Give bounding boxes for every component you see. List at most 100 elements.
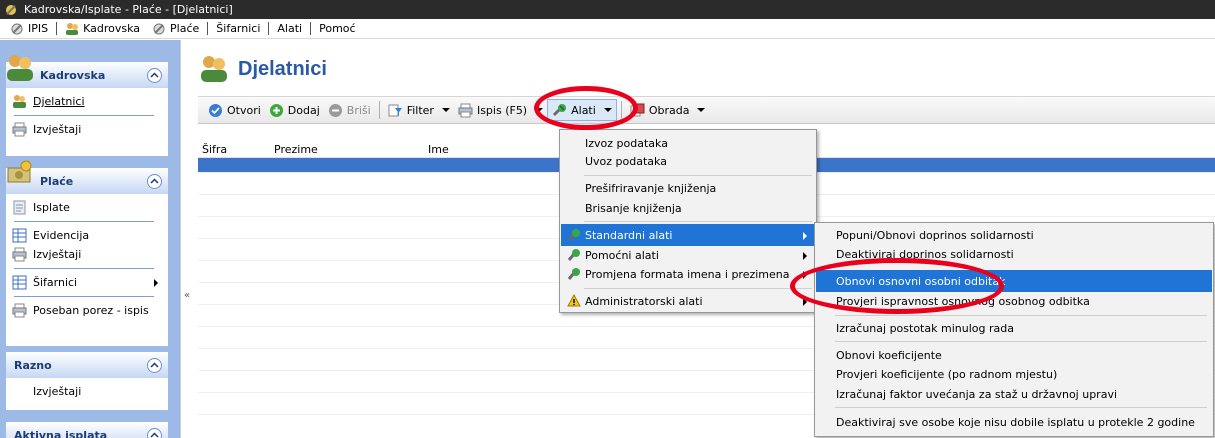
printer-icon bbox=[12, 247, 27, 262]
submenu-arrow-icon bbox=[803, 298, 807, 306]
menu-place[interactable]: Plaće bbox=[146, 20, 205, 38]
submenu-arrow-icon bbox=[803, 252, 807, 260]
menu-separator bbox=[310, 22, 312, 35]
app-icon bbox=[6, 4, 16, 15]
people-icon bbox=[13, 95, 26, 108]
ispis-button[interactable]: Ispis (F5) bbox=[454, 99, 547, 121]
menu-ipis[interactable]: IPIS bbox=[4, 20, 54, 38]
printer-icon bbox=[12, 303, 27, 318]
people-icon bbox=[66, 22, 79, 35]
toolbar-separator bbox=[620, 101, 622, 119]
printer-icon bbox=[12, 122, 27, 137]
process-icon bbox=[630, 103, 645, 116]
menu-item-promjena-formata[interactable]: Promjena formata imena i prezimena bbox=[561, 263, 815, 285]
menu-item-brisanje-knjizenja[interactable]: Brisanje knjiženja bbox=[561, 197, 815, 219]
menu-item-provjeri-koeficijente[interactable]: Provjeri koeficijente (po radnom mjestu) bbox=[816, 363, 1212, 385]
menu-item-presifriravanje[interactable]: Prešifriravanje knjiženja bbox=[561, 177, 815, 199]
document-icon bbox=[13, 200, 26, 215]
menu-alati[interactable]: Alati bbox=[271, 20, 308, 38]
filter-button[interactable]: Filter bbox=[384, 99, 454, 121]
dropdown-arrow-icon[interactable] bbox=[441, 108, 450, 112]
table-icon bbox=[12, 275, 27, 290]
sidebar-splitter[interactable]: « bbox=[180, 40, 198, 438]
obrada-button[interactable]: Obrada bbox=[626, 99, 710, 121]
group-header-aktivna-isplata[interactable]: Aktivna isplata bbox=[6, 422, 168, 438]
toolbar-separator bbox=[378, 101, 380, 119]
sidebar-item-izvjestaji[interactable]: Izvještaji bbox=[6, 118, 168, 141]
filter-icon bbox=[388, 104, 402, 116]
people-icon bbox=[7, 55, 33, 81]
collapse-icon[interactable] bbox=[147, 358, 162, 373]
dodaj-button[interactable]: Dodaj bbox=[265, 99, 324, 121]
add-icon bbox=[269, 103, 283, 117]
menu-separator bbox=[584, 221, 812, 222]
printer-icon bbox=[458, 103, 473, 117]
dropdown-arrow-icon[interactable] bbox=[697, 108, 706, 112]
menu-item-provjeri-osobni-odbitak[interactable]: Provjeri ispravnost osnovnog osobnog odb… bbox=[816, 290, 1212, 312]
submenu-arrow-icon bbox=[803, 232, 807, 240]
menu-separator bbox=[207, 22, 209, 35]
menu-pomoc[interactable]: Pomoć bbox=[313, 20, 361, 38]
menu-item-izracunaj-minuli-rad[interactable]: Izračunaj postotak minulog rada bbox=[816, 317, 1212, 339]
ipis-icon bbox=[11, 23, 23, 34]
sidebar-divider bbox=[14, 268, 154, 269]
menu-separator bbox=[56, 22, 58, 35]
sidebar-divider bbox=[14, 115, 154, 116]
page-header: Djelatnici bbox=[198, 52, 327, 86]
money-icon bbox=[7, 160, 32, 183]
sidebar-item-izvjestaji-razno[interactable]: Izvještaji bbox=[6, 380, 168, 403]
sidebar: Kadrovska Djelatnici Izvještaji Plaće Is bbox=[0, 40, 180, 438]
tools-icon bbox=[567, 249, 580, 261]
group-header-kadrovska[interactable]: Kadrovska bbox=[6, 55, 168, 88]
dropdown-arrow-icon[interactable] bbox=[603, 108, 612, 112]
dropdown-arrow-icon[interactable] bbox=[535, 108, 544, 112]
menu-item-standardni-alati[interactable]: Standardni alati bbox=[561, 224, 815, 246]
menu-item-uvoz-podataka[interactable]: Uvoz podataka bbox=[561, 150, 815, 172]
menu-separator bbox=[584, 288, 812, 289]
sidebar-divider bbox=[14, 296, 154, 297]
collapse-icon[interactable] bbox=[147, 428, 162, 438]
group-header-place[interactable]: Plaće bbox=[6, 160, 168, 194]
menu-separator bbox=[835, 315, 1207, 316]
sidebar-group-place: Plaće Isplate Evidencija Izvještaji Šifa… bbox=[6, 160, 168, 346]
submenu-arrow-icon bbox=[154, 278, 158, 287]
submenu-arrow-icon bbox=[803, 271, 807, 279]
collapse-icon[interactable] bbox=[147, 68, 162, 83]
sidebar-item-djelatnici[interactable]: Djelatnici bbox=[6, 90, 168, 113]
people-icon bbox=[201, 56, 227, 82]
sidebar-item-izvjestaji-place[interactable]: Izvještaji bbox=[6, 243, 168, 266]
group-header-razno[interactable]: Razno bbox=[6, 352, 168, 378]
table-icon bbox=[12, 228, 27, 243]
toolbar: Otvori Dodaj Briši Filter Ispis (F5) Ala… bbox=[198, 96, 1215, 124]
menu-separator bbox=[268, 22, 270, 35]
otvori-button[interactable]: Otvori bbox=[204, 99, 265, 121]
brisi-button[interactable]: Briši bbox=[324, 99, 375, 121]
menu-sifarnici[interactable]: Šifarnici bbox=[210, 20, 266, 38]
column-header-sifra[interactable]: Šifra bbox=[202, 143, 227, 156]
menu-separator bbox=[584, 175, 812, 176]
sidebar-item-isplate[interactable]: Isplate bbox=[6, 196, 168, 219]
column-header-ime[interactable]: Ime bbox=[428, 143, 449, 156]
menu-item-obnovi-osobni-odbitak[interactable]: Obnovi osnovni osobni odbitak bbox=[816, 270, 1212, 292]
sidebar-item-sifarnici[interactable]: Šifarnici bbox=[6, 271, 168, 294]
menu-item-administratorski-alati[interactable]: Administratorski alati bbox=[561, 290, 815, 312]
column-header-prezime[interactable]: Prezime bbox=[274, 143, 318, 156]
menu-kadrovska[interactable]: Kadrovska bbox=[59, 20, 146, 38]
tools-icon bbox=[567, 229, 580, 241]
standardni-alati-submenu: Popuni/Obnovi doprinos solidarnosti Deak… bbox=[814, 222, 1214, 437]
alati-button[interactable]: Alati bbox=[547, 99, 617, 121]
sidebar-group-aktivna-isplata: Aktivna isplata bbox=[6, 422, 168, 438]
collapse-icon[interactable] bbox=[147, 174, 162, 189]
sidebar-item-poseban-porez[interactable]: Poseban porez - ispis bbox=[6, 299, 168, 322]
collapse-left-icon[interactable]: « bbox=[184, 290, 190, 301]
menu-separator bbox=[835, 407, 1207, 408]
menu-item-deaktiviraj-doprinos[interactable]: Deaktiviraj doprinos solidarnosti bbox=[816, 243, 1212, 265]
page-title: Djelatnici bbox=[238, 57, 327, 80]
check-circle-icon bbox=[209, 103, 222, 117]
sidebar-group-razno: Razno Izvještaji bbox=[6, 352, 168, 410]
menu-item-deaktiviraj-osobe[interactable]: Deaktiviraj sve osobe koje nisu dobile i… bbox=[816, 411, 1212, 433]
tools-icon bbox=[567, 268, 580, 280]
menu-item-faktor-uvecanja[interactable]: Izračunaj faktor uvećanja za staž u drža… bbox=[816, 383, 1212, 405]
window-title-bar: Kadrovska/Isplate - Plaće - [Djelatnici] bbox=[0, 0, 1215, 19]
menu-bar: IPIS Kadrovska Plaće Šifarnici Alati Pom… bbox=[0, 19, 1215, 39]
